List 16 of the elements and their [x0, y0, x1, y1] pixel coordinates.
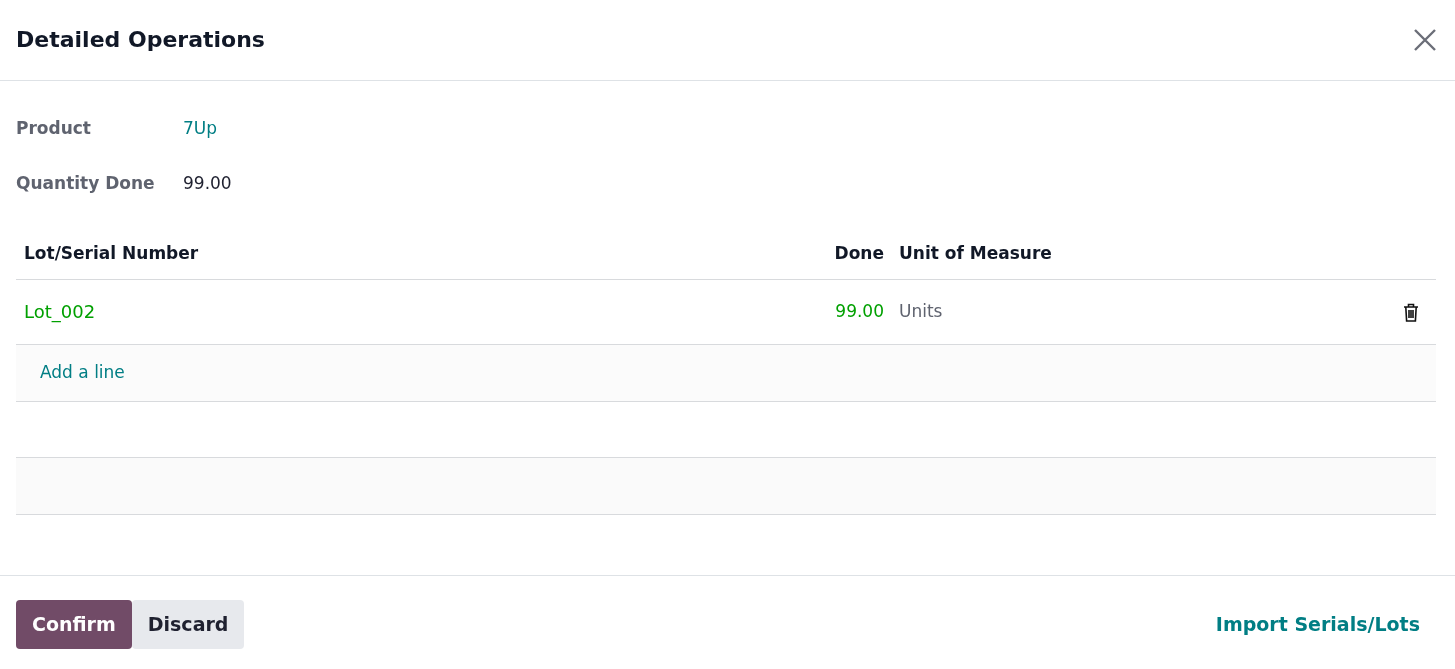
column-header: Unit of Measure — [898, 242, 1053, 266]
import-link[interactable]: Import Serials/Lots — [1215, 610, 1420, 639]
field-value: 99.00 — [183, 171, 232, 195]
confirm-button[interactable]: Confirm — [16, 600, 132, 649]
column-header: Lot/Serial Number — [23, 242, 200, 266]
field-label: Product — [16, 116, 92, 140]
table-cell-text: 99.00 — [834, 300, 884, 324]
discard-button[interactable]: Discard — [131, 600, 245, 649]
trash-icon[interactable] — [1403, 302, 1419, 322]
table-cell-text: Units — [898, 300, 944, 324]
add-line-link[interactable]: Add a line — [40, 360, 125, 386]
column-header: Done — [833, 242, 884, 266]
field-label: Quantity Done — [16, 171, 156, 195]
product-link[interactable]: 7Up — [183, 115, 218, 142]
lot-input-field[interactable]: Lot_002 — [24, 298, 224, 326]
dialog-title: Detailed Operations — [16, 26, 265, 54]
